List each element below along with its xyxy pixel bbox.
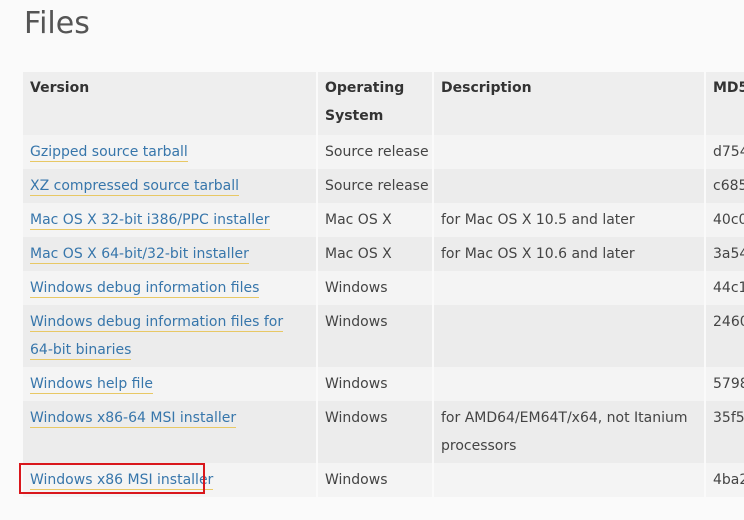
- download-link[interactable]: XZ compressed source tarball: [30, 178, 240, 196]
- table-header-row: Version Operating System Description MD5…: [23, 72, 744, 135]
- table-row: Windows debug information files Windows …: [23, 271, 744, 305]
- version-cell: Mac OS X 64-bit/32-bit installer: [23, 237, 317, 271]
- download-link[interactable]: Windows x86 MSI installer: [30, 472, 214, 490]
- md5-cell: d7547: [704, 135, 744, 169]
- table-row: Windows help file Windows 57984: [23, 367, 744, 401]
- description-cell: for Mac OS X 10.6 and later: [432, 237, 705, 271]
- version-cell: XZ compressed source tarball: [23, 169, 317, 203]
- download-link[interactable]: Mac OS X 32-bit i386/PPC installer: [30, 212, 270, 230]
- os-cell: Mac OS X: [316, 203, 433, 237]
- md5-cell: 57984: [704, 367, 744, 401]
- description-cell: for AMD64/EM64T/x64, not Itanium process…: [432, 401, 705, 463]
- table-row: Windows x86 MSI installer Windows 4ba2c: [23, 463, 744, 497]
- download-link[interactable]: Windows help file: [30, 376, 153, 394]
- table-row: Gzipped source tarball Source release d7…: [23, 135, 744, 169]
- description-cell: [432, 135, 705, 169]
- header-version[interactable]: Version: [23, 72, 317, 135]
- os-cell: Windows: [316, 305, 433, 367]
- description-cell: for Mac OS X 10.5 and later: [432, 203, 705, 237]
- description-cell: [432, 169, 705, 203]
- version-cell: Gzipped source tarball: [23, 135, 317, 169]
- md5-cell: 24607: [704, 305, 744, 367]
- page-title: Files: [24, 6, 90, 41]
- md5-cell: 4ba2c: [704, 463, 744, 497]
- version-cell: Mac OS X 32-bit i386/PPC installer: [23, 203, 317, 237]
- md5-cell: 44c15: [704, 271, 744, 305]
- md5-cell: 35f5c: [704, 401, 744, 463]
- os-cell: Mac OS X: [316, 237, 433, 271]
- os-cell: Windows: [316, 463, 433, 497]
- table-row: XZ compressed source tarball Source rele…: [23, 169, 744, 203]
- table-row: Windows x86-64 MSI installer Windows for…: [23, 401, 744, 463]
- header-operating-system[interactable]: Operating System: [316, 72, 433, 135]
- os-cell: Windows: [316, 401, 433, 463]
- table-row: Windows debug information files for 64-b…: [23, 305, 744, 367]
- version-cell: Windows debug information files for 64-b…: [23, 305, 317, 367]
- files-table: Version Operating System Description MD5…: [23, 72, 744, 497]
- download-link[interactable]: Mac OS X 64-bit/32-bit installer: [30, 246, 249, 264]
- version-cell: Windows debug information files: [23, 271, 317, 305]
- md5-cell: c685e: [704, 169, 744, 203]
- header-description[interactable]: Description: [432, 72, 705, 135]
- version-cell: Windows help file: [23, 367, 317, 401]
- description-cell: [432, 271, 705, 305]
- version-cell: Windows x86-64 MSI installer: [23, 401, 317, 463]
- files-page: Files Version Operating System Descripti…: [0, 0, 744, 520]
- download-link[interactable]: Windows debug information files: [30, 280, 260, 298]
- md5-cell: 3a541: [704, 237, 744, 271]
- version-cell: Windows x86 MSI installer: [23, 463, 317, 497]
- download-link[interactable]: Gzipped source tarball: [30, 144, 188, 162]
- description-cell: [432, 305, 705, 367]
- os-cell: Windows: [316, 271, 433, 305]
- table-row: Mac OS X 32-bit i386/PPC installer Mac O…: [23, 203, 744, 237]
- header-md5[interactable]: MD5 S: [704, 72, 744, 135]
- description-cell: [432, 463, 705, 497]
- os-cell: Source release: [316, 169, 433, 203]
- os-cell: Windows: [316, 367, 433, 401]
- md5-cell: 40c01: [704, 203, 744, 237]
- download-link[interactable]: Windows x86-64 MSI installer: [30, 410, 237, 428]
- os-cell: Source release: [316, 135, 433, 169]
- table-row: Mac OS X 64-bit/32-bit installer Mac OS …: [23, 237, 744, 271]
- download-link[interactable]: Windows debug information files for 64-b…: [30, 314, 284, 360]
- description-cell: [432, 367, 705, 401]
